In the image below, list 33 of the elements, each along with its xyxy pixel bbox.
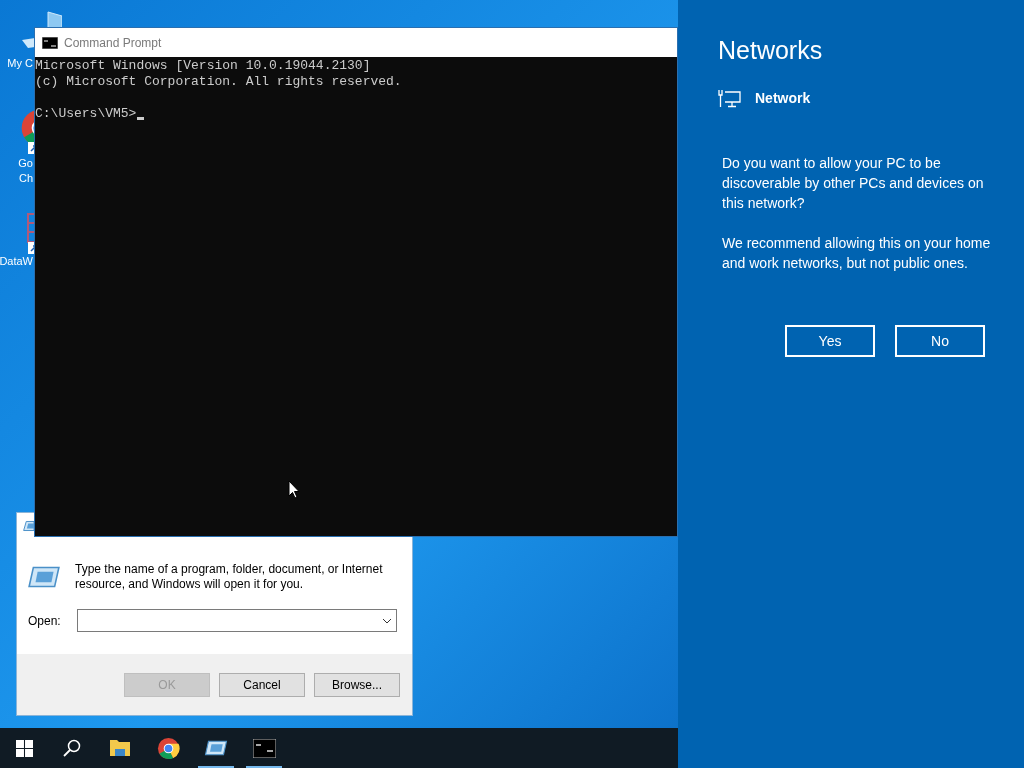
console-prompt: C:\Users\VM5> <box>35 106 137 122</box>
open-combo-box[interactable] <box>76 609 397 632</box>
desktop-icon-label[interactable]: My C <box>7 56 33 71</box>
desktop-icon-label[interactable]: DataW <box>0 254 33 269</box>
chrome-icon <box>156 736 180 760</box>
open-label: Open: <box>28 612 61 630</box>
run-icon <box>204 739 228 757</box>
panel-title: Networks <box>718 35 824 66</box>
network-icon <box>718 89 741 108</box>
dialog-button[interactable]: Browse... <box>314 672 400 697</box>
panel-paragraph: We recommend allowing this on your home and work networks, but not public ones. <box>722 234 992 273</box>
terminal-icon <box>42 36 58 49</box>
panel-paragraph: Do you want to allow your PC to be discoverable by other PCs and devices on this network? <box>722 154 985 213</box>
mouse-pointer-icon <box>288 480 300 499</box>
run-icon <box>23 519 34 532</box>
panel-button[interactable]: Yes <box>785 325 875 357</box>
running-indicator <box>246 766 282 768</box>
run-instructions: Type the name of a program, folder, document, or Internet resource, and Windows will open it for you. <box>75 562 384 592</box>
text-cursor <box>137 117 145 120</box>
chevron-down-icon <box>381 617 392 624</box>
window-title: Command Prompt <box>64 34 162 52</box>
windows-logo-icon <box>15 739 33 757</box>
folder-icon <box>109 738 131 758</box>
panel-button[interactable]: No <box>895 325 985 357</box>
dialog-button[interactable]: Cancel <box>219 672 305 697</box>
desktop-icon-label[interactable]: Go Ch <box>18 156 33 186</box>
network-name: Network <box>755 89 811 108</box>
run-icon <box>27 564 61 590</box>
console-line: (c) Microsoft Corporation. All rights reserved. <box>35 74 403 90</box>
terminal-icon <box>252 738 276 758</box>
search-icon <box>63 739 81 757</box>
running-indicator <box>198 766 234 768</box>
console-line: Microsoft Windows [Version 10.0.19044.2130] <box>35 58 372 74</box>
